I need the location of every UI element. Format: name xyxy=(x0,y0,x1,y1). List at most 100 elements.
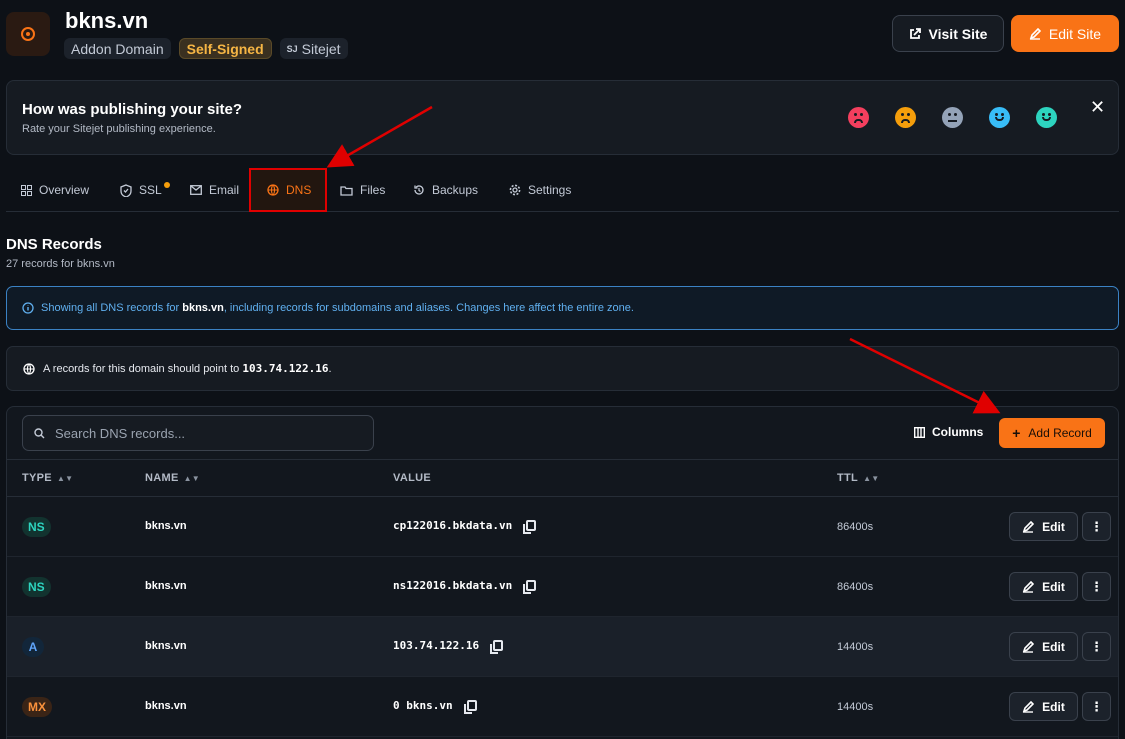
feedback-question: How was publishing your site? xyxy=(22,101,243,118)
tab-email[interactable]: Email xyxy=(190,168,239,212)
pencil-icon xyxy=(1029,27,1041,40)
tab-overview[interactable]: Overview xyxy=(21,168,89,212)
gear-icon xyxy=(509,184,521,196)
edit-label: Edit xyxy=(1042,579,1065,594)
dns-info-prefix: Showing all DNS records for xyxy=(41,302,183,314)
record-value: ns122016.bkdata.vn xyxy=(393,579,537,594)
grid-icon xyxy=(21,184,32,196)
folder-icon xyxy=(340,185,353,196)
neutral-icon[interactable] xyxy=(942,107,963,128)
tab-files[interactable]: Files xyxy=(340,168,385,212)
self-signed-badge: Self-Signed xyxy=(178,38,272,59)
copy-icon[interactable] xyxy=(463,700,477,714)
more-options-button[interactable]: ⋮ xyxy=(1082,572,1111,601)
column-ttl-label: TTL xyxy=(837,472,859,484)
ssl-warning-dot xyxy=(164,182,170,188)
record-value: cp122016.bkdata.vn xyxy=(393,519,537,534)
search-box[interactable] xyxy=(22,415,374,451)
pencil-icon xyxy=(1022,640,1035,653)
column-ttl[interactable]: TTL ▲▼ xyxy=(837,472,880,484)
tab-dns-label: DNS xyxy=(286,183,312,197)
plus-icon: + xyxy=(1012,425,1021,441)
satisfied-icon[interactable] xyxy=(989,107,1010,128)
addon-domain-badge: Addon Domain xyxy=(64,38,171,59)
dns-records-title: DNS Records xyxy=(6,236,102,253)
add-record-button[interactable]: + Add Record xyxy=(999,418,1105,448)
sitejet-label: Sitejet xyxy=(301,40,341,57)
rating-options xyxy=(848,107,1057,128)
edit-record-button[interactable]: Edit xyxy=(1009,572,1078,601)
a-record-ip: 103.74.122.16 xyxy=(242,362,329,375)
edit-label: Edit xyxy=(1042,639,1065,654)
table-row: MX bkns.vn 0 bkns.vn 14400s Edit ⋮ xyxy=(7,677,1118,737)
mail-icon xyxy=(190,185,202,195)
tab-ssl[interactable]: SSL xyxy=(120,168,162,212)
globe-icon xyxy=(23,362,35,375)
column-name[interactable]: NAME ▲▼ xyxy=(145,472,200,484)
a-record-hint: A records for this domain should point t… xyxy=(6,346,1119,391)
close-icon[interactable]: ✕ xyxy=(1090,97,1105,118)
edit-label: Edit xyxy=(1042,699,1065,714)
copy-icon[interactable] xyxy=(523,520,537,534)
tab-settings[interactable]: Settings xyxy=(509,168,571,212)
table-row: A bkns.vn 103.74.122.16 14400s Edit ⋮ xyxy=(7,617,1118,677)
record-ttl: 14400s xyxy=(837,701,874,713)
tab-backups-label: Backups xyxy=(432,183,479,197)
dns-info-domain: bkns.vn xyxy=(182,302,224,314)
very-dissatisfied-icon[interactable] xyxy=(848,107,869,128)
table-header: TYPE ▲▼ NAME ▲▼ VALUE TTL ▲▼ xyxy=(7,459,1118,497)
record-value-text: cp122016.bkdata.vn xyxy=(393,519,513,532)
info-icon xyxy=(22,302,34,314)
tab-backups[interactable]: Backups xyxy=(413,168,478,212)
edit-label: Edit xyxy=(1042,519,1065,534)
feedback-subtitle: Rate your Sitejet publishing experience. xyxy=(22,123,216,135)
record-value: 103.74.122.16 xyxy=(393,639,504,654)
edit-record-button[interactable]: Edit xyxy=(1009,692,1078,721)
feedback-card: How was publishing your site? Rate your … xyxy=(6,80,1119,155)
pencil-icon xyxy=(1022,700,1035,713)
more-options-button[interactable]: ⋮ xyxy=(1082,692,1111,721)
record-type-badge: NS xyxy=(22,517,51,537)
dns-info-text: Showing all DNS records for bkns.vn, inc… xyxy=(41,302,634,314)
site-status-icon xyxy=(21,27,35,41)
sitejet-badge: SJ Sitejet xyxy=(279,38,348,59)
a-record-suffix: . xyxy=(328,363,332,375)
site-header: bkns.vn Addon Domain Self-Signed SJ Site… xyxy=(0,0,1125,72)
tab-dns[interactable]: DNS xyxy=(267,168,311,212)
record-value-text: 103.74.122.16 xyxy=(393,639,480,652)
column-value: VALUE xyxy=(393,472,431,484)
columns-button[interactable]: Columns xyxy=(914,425,983,439)
edit-record-button[interactable]: Edit xyxy=(1009,512,1078,541)
tab-settings-label: Settings xyxy=(528,183,572,197)
record-name: bkns.vn xyxy=(145,640,187,652)
search-input[interactable] xyxy=(55,425,355,441)
copy-icon[interactable] xyxy=(490,640,504,654)
edit-record-button[interactable]: Edit xyxy=(1009,632,1078,661)
column-value-label: VALUE xyxy=(393,472,431,484)
record-name: bkns.vn xyxy=(145,580,187,592)
more-options-button[interactable]: ⋮ xyxy=(1082,512,1111,541)
tab-overview-label: Overview xyxy=(39,183,90,197)
pencil-icon xyxy=(1022,520,1035,533)
more-options-button[interactable]: ⋮ xyxy=(1082,632,1111,661)
a-record-text: A records for this domain should point t… xyxy=(43,362,332,375)
copy-icon[interactable] xyxy=(523,580,537,594)
external-link-icon xyxy=(909,27,921,39)
dns-records-table: Columns + Add Record TYPE ▲▼ NAME ▲▼ VALUE… xyxy=(6,406,1119,739)
dns-records-count: 27 records for bkns.vn xyxy=(6,258,115,270)
record-name: bkns.vn xyxy=(145,520,187,532)
record-value: 0 bkns.vn xyxy=(393,699,477,714)
dissatisfied-icon[interactable] xyxy=(895,107,916,128)
sort-icon: ▲▼ xyxy=(183,473,201,483)
visit-site-button[interactable]: Visit Site xyxy=(892,15,1004,52)
record-name: bkns.vn xyxy=(145,700,187,712)
record-ttl: 86400s xyxy=(837,581,874,593)
column-type-label: TYPE xyxy=(22,472,52,484)
edit-site-label: Edit Site xyxy=(1048,25,1102,42)
edit-site-button[interactable]: Edit Site xyxy=(1011,15,1119,52)
very-satisfied-icon[interactable] xyxy=(1036,107,1057,128)
record-value-text: 0 bkns.vn xyxy=(393,699,453,712)
column-type[interactable]: TYPE ▲▼ xyxy=(22,472,73,484)
table-row: NS bkns.vn ns122016.bkdata.vn 86400s Edi… xyxy=(7,557,1118,617)
record-ttl: 14400s xyxy=(837,641,874,653)
